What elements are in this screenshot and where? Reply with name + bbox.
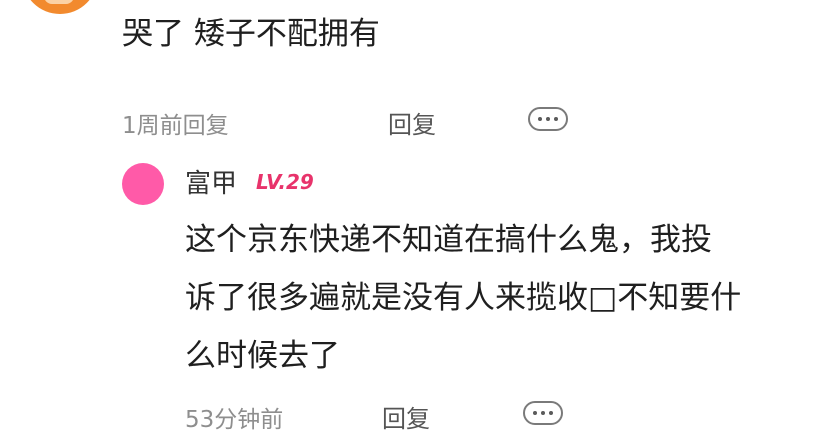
more-dots-icon xyxy=(533,411,537,415)
parent-more-button[interactable] xyxy=(528,107,568,131)
reply-avatar[interactable] xyxy=(122,163,164,205)
more-dots-icon xyxy=(538,117,542,121)
parent-avatar[interactable] xyxy=(22,0,98,14)
reply-text-line-1: 这个京东快递不知道在搞什么鬼，我投 xyxy=(185,222,712,258)
parent-comment-time: 1周前 xyxy=(122,113,183,139)
reply-text-line-2: 诉了很多遍就是没有人来揽收□不知要什 xyxy=(185,280,742,316)
parent-comment-text: 哭了 矮子不配拥有 xyxy=(122,16,380,52)
reply-more-button[interactable] xyxy=(523,401,563,425)
avatar-face xyxy=(44,0,74,4)
parent-time-reply-link[interactable]: 1周前回复 xyxy=(122,106,229,140)
reply-text-line-3: 么时候去了 xyxy=(185,338,340,374)
reply-reply-button[interactable]: 回复 xyxy=(382,399,430,434)
parent-reply-button[interactable]: 回复 xyxy=(388,105,436,140)
reply-comment-time: 53分钟前 xyxy=(185,407,284,433)
user-level-badge: LV.29 xyxy=(256,170,314,194)
reply-username[interactable]: 富甲 xyxy=(185,163,237,200)
parent-inline-reply[interactable]: 回复 xyxy=(183,113,229,139)
